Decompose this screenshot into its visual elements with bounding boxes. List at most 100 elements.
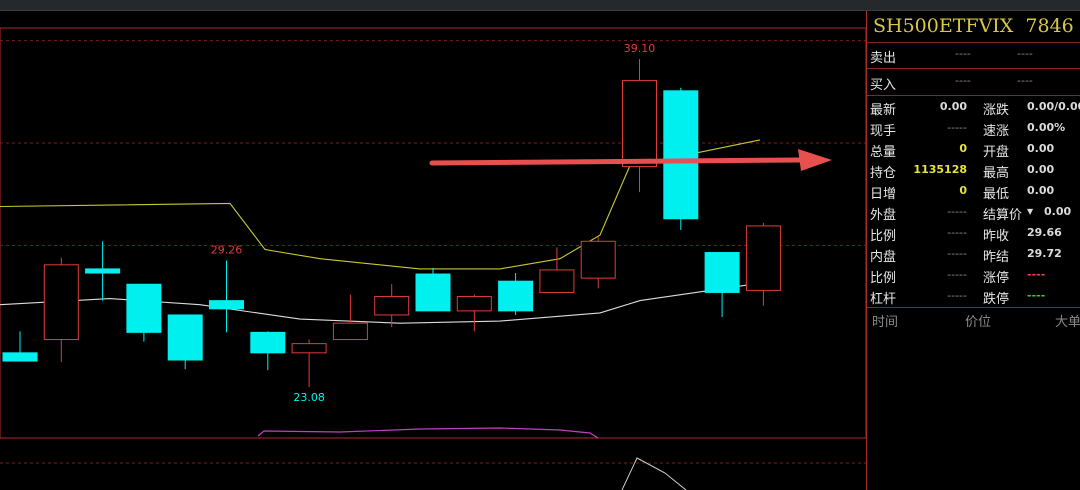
top-bar [0,0,1080,11]
candle [167,314,203,370]
quote-label: 最新 [870,103,897,118]
quote-value: ----- [947,205,967,218]
divider [867,95,1080,96]
quote-label: 外盘 [870,208,897,223]
quote-value-right: 0.00 [1044,205,1072,218]
volume-indicator-line [257,427,599,439]
quote-label: 内盘 [870,250,897,265]
quote-label-right: 结算价 [983,208,1023,223]
candlestick-chart[interactable]: 39.10 29.26 23.08 [0,11,866,490]
candle-body [498,280,534,312]
quote-value: ----- [947,121,967,134]
quote-label-right: 昨收 [983,229,1010,244]
candle [332,294,368,341]
quote-value-right: 0.00% [1027,121,1066,134]
candle-body [704,252,740,293]
candle-body [126,283,162,333]
quote-row: 总量 0 开盘 0.00 [867,139,1080,160]
sell-volume: ---- [1017,47,1033,60]
quote-row: 日增 0 最低 0.00 [867,181,1080,202]
candle-body [580,240,616,279]
sell-row: 卖出 ---- ---- [867,44,1080,66]
candles [2,59,781,388]
quote-label: 比例 [870,271,897,286]
quote-value-right: 0.00 [1027,184,1055,197]
footer-big-order: 大单 [1055,315,1080,330]
quote-value: 0 [959,142,967,155]
footer-price: 价位 [965,315,992,330]
quote-value: 1135128 [913,163,967,176]
quote-label-right: 速涨 [983,124,1010,139]
candle-body [250,331,286,354]
buy-row: 买入 ---- ---- [867,71,1080,93]
quote-row: 持仓 1135128 最高 0.00 [867,160,1080,181]
grid-lines [0,40,866,246]
quote-row: 杠杆 ----- 跌停 ---- [867,286,1080,307]
quote-row: 最新 0.00 涨跌 0.00/0.00% [867,97,1080,118]
sell-label: 卖出 [870,51,897,66]
symbol-title: SH500ETFVIX 7846 [873,15,1074,37]
divider [867,68,1080,69]
quote-value: 0 [959,184,967,197]
buy-label: 买入 [870,78,897,93]
quote-label: 持仓 [870,166,897,181]
price-label: 29.26 [211,244,243,257]
candle [415,267,451,312]
candle [43,257,79,363]
quote-value-right: 0.00 [1027,163,1055,176]
buy-volume: ---- [1017,74,1033,87]
candle-body [43,264,79,341]
sell-price: ---- [955,47,971,60]
candle [126,283,162,342]
quote-label: 比例 [870,229,897,244]
quote-panel: SH500ETFVIX 7846 卖出 ---- ---- 买入 ---- --… [866,11,1080,490]
candle [580,237,616,289]
chart-frame [0,27,866,439]
candle-body [374,296,410,316]
candle-body [456,296,492,312]
divider [867,307,1080,308]
quote-value-right: ---- [1027,289,1046,302]
quote-value-right: 29.72 [1027,247,1062,260]
quote-label-right: 涨停 [983,271,1010,286]
chart-svg: 39.10 29.26 23.08 [0,27,866,490]
quote-row: 比例 ----- 昨收 29.66 [867,223,1080,244]
quote-value: 0.00 [939,100,967,113]
quote-label-right: 开盘 [983,145,1010,160]
price-label: 39.10 [624,42,656,55]
quote-row: 外盘 ----- 结算价 0.00 ▼ [867,202,1080,223]
dropdown-triangle-icon[interactable]: ▼ [1027,207,1033,216]
candle-body [663,90,699,220]
candle [374,284,410,328]
quote-row: 内盘 ----- 昨结 29.72 [867,244,1080,265]
quote-row: 现手 ----- 速涨 0.00% [867,118,1080,139]
quote-value: ----- [947,247,967,260]
quote-label: 日增 [870,187,897,202]
candle-body [622,80,657,168]
candle [2,331,38,362]
candle-body [332,322,368,341]
footer-time: 时间 [872,315,899,330]
quote-value-right: ---- [1027,268,1046,281]
quote-value: ----- [947,268,967,281]
candle [209,260,244,333]
buy-price: ---- [955,74,971,87]
quote-value-right: 0.00 [1027,142,1055,155]
quote-value: ----- [947,226,967,239]
quote-label: 现手 [870,124,897,139]
candle [85,241,121,301]
candle [291,339,327,388]
quote-label-right: 涨跌 [983,103,1010,118]
candle-body [539,269,575,293]
candle [704,252,740,318]
candle-body [745,225,781,291]
quote-value-right: 29.66 [1027,226,1062,239]
quote-label-right: 跌停 [983,292,1010,307]
candle [745,222,781,306]
quote-row: 比例 ----- 涨停 ---- [867,265,1080,286]
candle-body [167,314,203,361]
candle-body [291,343,327,354]
divider [867,42,1080,43]
band-lines [0,139,761,324]
quote-label: 总量 [870,145,897,160]
